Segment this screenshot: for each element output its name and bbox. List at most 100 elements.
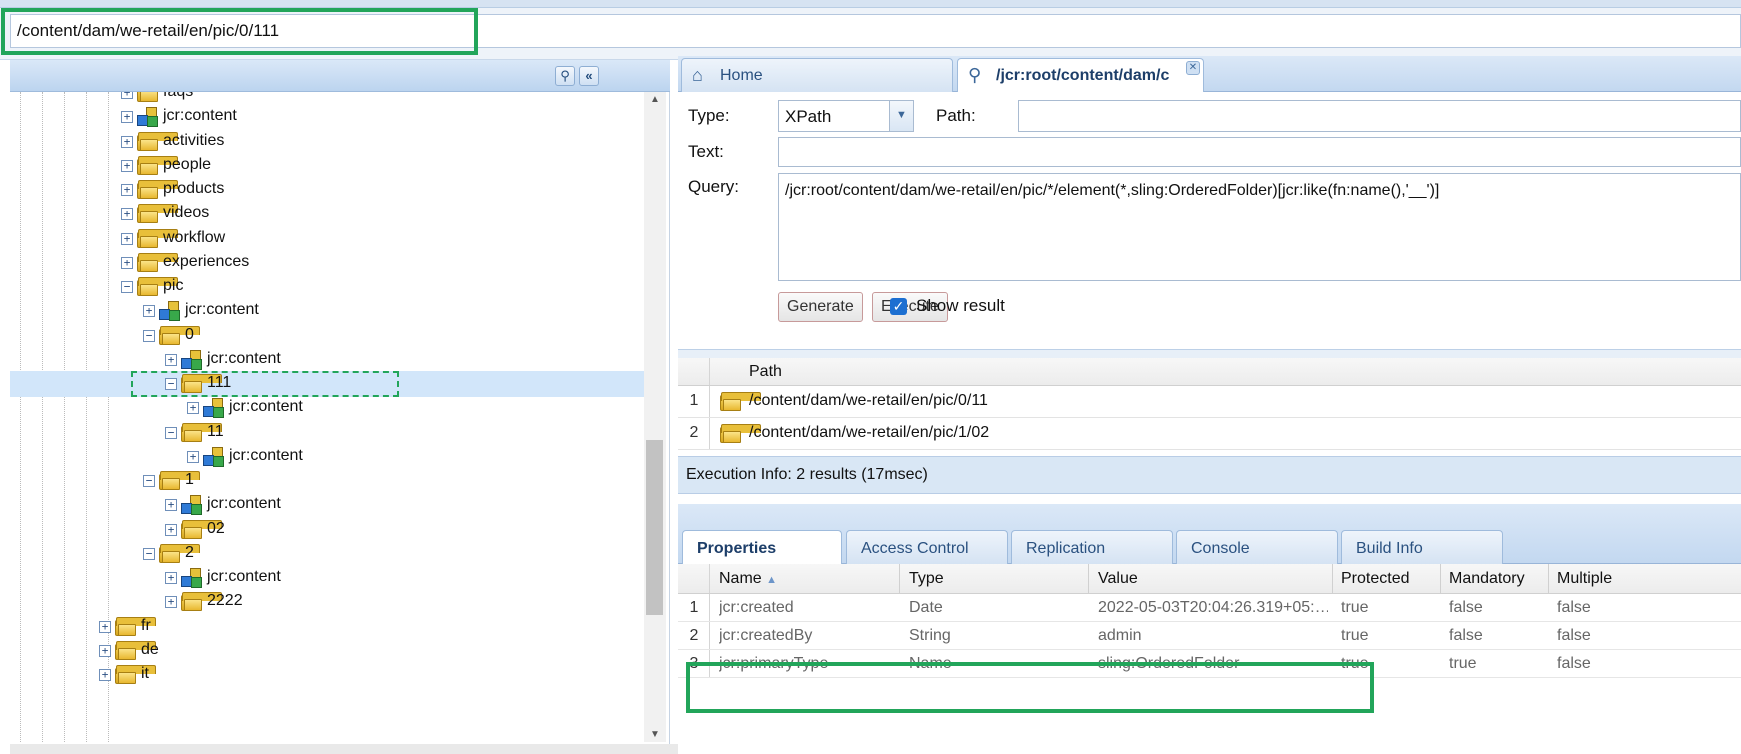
tree-node-content[interactable]: + jcr:content [10, 492, 644, 518]
tree-node-folder[interactable]: −0 [10, 323, 644, 349]
text-field[interactable] [778, 137, 1741, 167]
expand-toggle-icon[interactable]: + [121, 135, 133, 148]
expand-toggle-icon[interactable]: + [121, 159, 133, 172]
tree-node-content[interactable]: + jcr:content [10, 347, 644, 373]
tree-node-label: people [163, 155, 212, 173]
expand-toggle-icon[interactable]: + [121, 208, 133, 221]
show-result-checkbox[interactable]: ✓ [890, 298, 907, 315]
expand-toggle-icon[interactable]: + [165, 523, 177, 536]
tree-node-folder[interactable]: + experiences [10, 250, 644, 276]
tree-node-folder[interactable]: + de [10, 638, 644, 664]
result-row[interactable]: 1 /content/dam/we-retail/en/pic/0/11 [678, 386, 1741, 418]
cell-type: Name [909, 655, 952, 672]
folder-icon [137, 228, 178, 249]
expand-toggle-icon[interactable]: + [165, 499, 177, 512]
tree-node-content[interactable]: + jcr:content [10, 444, 644, 470]
tab-access-control[interactable]: Access Control [846, 530, 1008, 564]
results-header: Path [678, 358, 1741, 386]
double-chevron-left-icon[interactable]: « [579, 66, 599, 86]
tree-node-label: 02 [207, 519, 225, 537]
tab-console[interactable]: Console [1176, 530, 1338, 564]
tab-replication[interactable]: Replication [1011, 530, 1173, 564]
tree-node-label: jcr:content [229, 446, 303, 464]
cell-value: admin [1098, 627, 1142, 644]
collapse-toggle-icon[interactable]: − [143, 547, 155, 560]
top-strip [0, 0, 1741, 8]
tree-node-content[interactable]: + jcr:content [10, 104, 644, 130]
tree-node-folder[interactable]: −111 [10, 371, 644, 397]
collapse-toggle-icon[interactable]: − [165, 426, 177, 439]
splitter-handle[interactable] [678, 350, 1741, 358]
tree-node-folder[interactable]: −2 [10, 541, 644, 567]
scrollbar-thumb[interactable] [646, 440, 663, 615]
expand-toggle-icon[interactable]: + [99, 644, 111, 657]
expand-toggle-icon[interactable]: + [121, 232, 133, 245]
collapse-toggle-icon[interactable]: − [143, 329, 155, 342]
cell-multiple: false [1557, 627, 1591, 644]
tree-node-label: 0 [185, 325, 194, 343]
path-input[interactable]: /content/dam/we-retail/en/pic/0/111 [10, 14, 1741, 48]
tree-scrollbar[interactable]: ▲ ▼ [644, 92, 666, 742]
expand-toggle-icon[interactable]: + [121, 111, 133, 124]
cell-type: String [909, 627, 951, 644]
cell-type: Date [909, 599, 943, 616]
tab-home[interactable]: ⌂ Home [681, 58, 953, 92]
node-icon [137, 107, 159, 128]
tree-node-folder[interactable]: +2222 [10, 589, 644, 615]
property-row[interactable]: 3 jcr:primaryType Name sling:OrderedFolder t… [678, 650, 1741, 678]
tree-node-content[interactable]: + jcr:content [10, 565, 644, 591]
tab-properties[interactable]: Properties [682, 530, 842, 564]
tab-query[interactable]: ⚲ /jcr:root/content/dam/с ✕ [957, 58, 1204, 92]
column-header-multiple[interactable]: Multiple [1557, 570, 1612, 588]
column-header-mandatory[interactable]: Mandatory [1449, 570, 1525, 588]
close-icon[interactable]: ✕ [1186, 61, 1200, 75]
show-result-label: Show result [916, 296, 1005, 315]
expand-toggle-icon[interactable]: + [143, 305, 155, 318]
expand-toggle-icon[interactable]: + [165, 596, 177, 609]
tree-node-folder[interactable]: +02 [10, 517, 644, 543]
column-header-value[interactable]: Value [1098, 570, 1138, 588]
tree-node-folder[interactable]: + workflow [10, 226, 644, 252]
tree-node-folder[interactable]: + it [10, 662, 644, 688]
expand-toggle-icon[interactable]: + [187, 402, 199, 415]
folder-icon [159, 471, 200, 491]
expand-toggle-icon[interactable]: + [121, 184, 133, 196]
tree-node-label: videos [163, 204, 210, 222]
expand-toggle-icon[interactable]: + [99, 620, 111, 633]
expand-toggle-icon[interactable]: + [165, 353, 177, 366]
tree-node-content[interactable]: + jcr:content [10, 298, 644, 324]
binoculars-icon[interactable]: ⚲ [555, 66, 575, 86]
path-field[interactable] [1018, 100, 1741, 132]
collapse-toggle-icon[interactable]: − [121, 281, 133, 293]
expand-toggle-icon[interactable]: + [165, 572, 177, 584]
query-textarea[interactable]: /jcr:root/content/dam/we-retail/en/pic/*… [778, 173, 1741, 281]
column-header-type[interactable]: Type [909, 570, 944, 588]
expand-toggle-icon[interactable]: + [121, 92, 133, 99]
cell-protected: true [1341, 627, 1369, 644]
tree-node-label: jcr:content [229, 398, 303, 416]
tree-node-folder[interactable]: − pic [10, 274, 644, 300]
property-row[interactable]: 1 jcr:created Date 2022-05-03T20:04:26.319+… [678, 594, 1741, 622]
tree-node-folder[interactable]: − 11 [10, 420, 644, 446]
generate-button[interactable]: Generate [778, 292, 863, 322]
tree-node-content[interactable]: + jcr:content [10, 395, 644, 421]
tree-node-folder[interactable]: + people [10, 153, 644, 179]
result-row[interactable]: 2 /content/dam/we-retail/en/pic/1/02 [678, 418, 1741, 450]
cell-name: jcr:createdBy [719, 627, 813, 644]
expand-toggle-icon[interactable]: + [187, 450, 199, 463]
tree-node-folder[interactable]: + fr [10, 614, 644, 640]
column-header-name[interactable]: Name ▲ [719, 570, 777, 588]
tree-node-folder[interactable]: + activities [10, 129, 644, 155]
expand-toggle-icon[interactable]: + [121, 256, 133, 269]
cell-mandatory: true [1449, 655, 1477, 672]
tree-node-folder[interactable]: −1 [10, 468, 644, 494]
property-row[interactable]: 2 jcr:createdBy String admin true false false [678, 622, 1741, 650]
tree-node-folder[interactable]: + products [10, 177, 644, 203]
chevron-down-icon[interactable]: ▼ [889, 101, 913, 131]
type-select[interactable]: XPath ▼ [778, 100, 914, 132]
column-header-protected[interactable]: Protected [1341, 570, 1409, 588]
tab-build-info[interactable]: Build Info [1341, 530, 1503, 564]
tree-node-folder[interactable]: + videos [10, 201, 644, 227]
expand-toggle-icon[interactable]: + [99, 669, 111, 681]
collapse-toggle-icon[interactable]: − [143, 475, 155, 487]
